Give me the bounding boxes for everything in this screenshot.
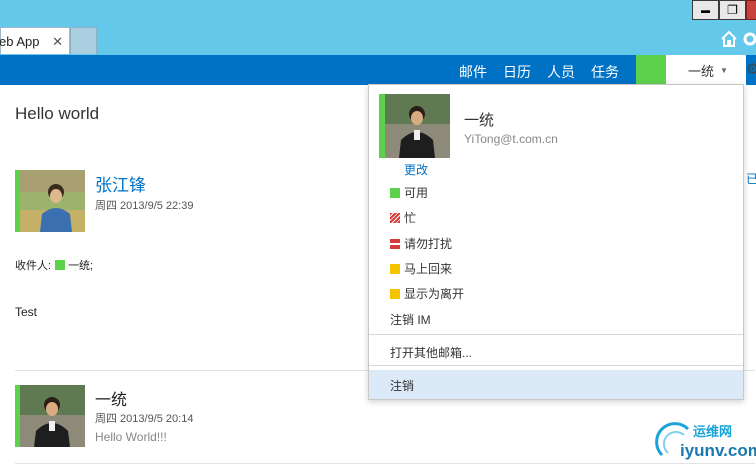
open-other-mailbox[interactable]: 打开其他邮箱... xyxy=(390,344,472,361)
user-avatar[interactable] xyxy=(379,94,450,158)
watermark-title: 运维网 xyxy=(693,424,733,439)
maximize-button[interactable]: ❐ xyxy=(719,0,746,20)
recipients-line: 收件人: 一统; xyxy=(15,257,93,273)
gear-icon[interactable] xyxy=(741,30,756,48)
user-name: 一统 xyxy=(688,63,715,79)
settings-gear-icon[interactable]: ⚙ xyxy=(746,60,756,78)
user-email: YiTong@t.com.cn xyxy=(464,132,558,146)
sign-out-label: 注销 xyxy=(390,379,415,393)
nav-mail[interactable]: 邮件 xyxy=(459,62,487,82)
message-time: 周四 2013/9/5 20:14 xyxy=(95,413,194,425)
watermark-url: iyunv.com xyxy=(680,441,756,460)
close-window-button[interactable] xyxy=(746,0,756,20)
message-divider xyxy=(15,463,755,464)
recipient-name[interactable]: 一统; xyxy=(68,257,93,273)
minimize-icon: ▬ xyxy=(701,5,710,15)
nav-tasks[interactable]: 任务 xyxy=(591,62,619,82)
conversation-title: Hello world xyxy=(15,104,100,123)
sender-avatar[interactable] xyxy=(15,170,85,232)
brb-status-icon xyxy=(390,263,400,274)
status-do-not-disturb[interactable]: 请勿打扰 xyxy=(390,235,452,252)
minimize-button[interactable]: ▬ xyxy=(692,0,719,20)
sender-name-link[interactable]: 张江锋 xyxy=(95,171,146,196)
menu-divider xyxy=(369,365,743,366)
away-status-icon xyxy=(390,288,400,299)
status-label: 马上回来 xyxy=(404,262,453,276)
nav-people[interactable]: 人员 xyxy=(547,62,575,82)
browser-chrome xyxy=(0,0,756,55)
browser-tab[interactable]: eb App ✕ xyxy=(0,27,70,54)
tab-title: eb App xyxy=(0,33,40,49)
status-label: 忙 xyxy=(404,211,417,225)
message-preview: Hello World!!! xyxy=(95,430,167,444)
status-away[interactable]: 显示为离开 xyxy=(390,285,464,302)
close-tab-icon[interactable]: ✕ xyxy=(52,34,63,50)
message-time: 周四 2013/9/5 22:39 xyxy=(95,200,194,212)
status-be-right-back[interactable]: 马上回来 xyxy=(390,260,452,277)
edge-link-text[interactable]: 已 xyxy=(746,170,756,187)
menu-divider xyxy=(369,334,743,335)
status-available[interactable]: 可用 xyxy=(390,184,428,201)
presence-dot xyxy=(55,260,66,270)
home-icon[interactable] xyxy=(720,30,738,48)
user-menu-dropdown: 一统 YiTong@t.com.cn 更改 可用 忙 请勿打扰 马上回来 显示为… xyxy=(368,84,744,400)
sender-avatar[interactable] xyxy=(15,385,85,447)
to-label: 收件人: xyxy=(15,260,52,272)
presence-indicator xyxy=(636,55,666,85)
status-busy[interactable]: 忙 xyxy=(390,209,416,226)
status-label: 显示为离开 xyxy=(404,287,465,301)
user-menu-button[interactable]: 一统 ▼ xyxy=(666,55,746,85)
status-label: 请勿打扰 xyxy=(404,237,453,251)
message-body: Test xyxy=(15,305,38,319)
nav-calendar[interactable]: 日历 xyxy=(503,62,531,82)
sender-name[interactable]: 一统 xyxy=(95,386,127,410)
busy-status-icon xyxy=(390,212,400,223)
available-status-icon xyxy=(390,187,400,198)
new-tab-button[interactable] xyxy=(70,27,97,54)
maximize-icon: ❐ xyxy=(727,3,738,17)
change-photo-link[interactable]: 更改 xyxy=(404,161,428,178)
user-display-name: 一统 xyxy=(464,112,495,129)
status-label: 可用 xyxy=(404,186,429,200)
dnd-status-icon xyxy=(390,238,400,249)
chevron-down-icon: ▼ xyxy=(720,65,728,75)
sign-out-item[interactable]: 注销 xyxy=(369,370,743,399)
sign-out-im[interactable]: 注销 IM xyxy=(390,311,431,328)
